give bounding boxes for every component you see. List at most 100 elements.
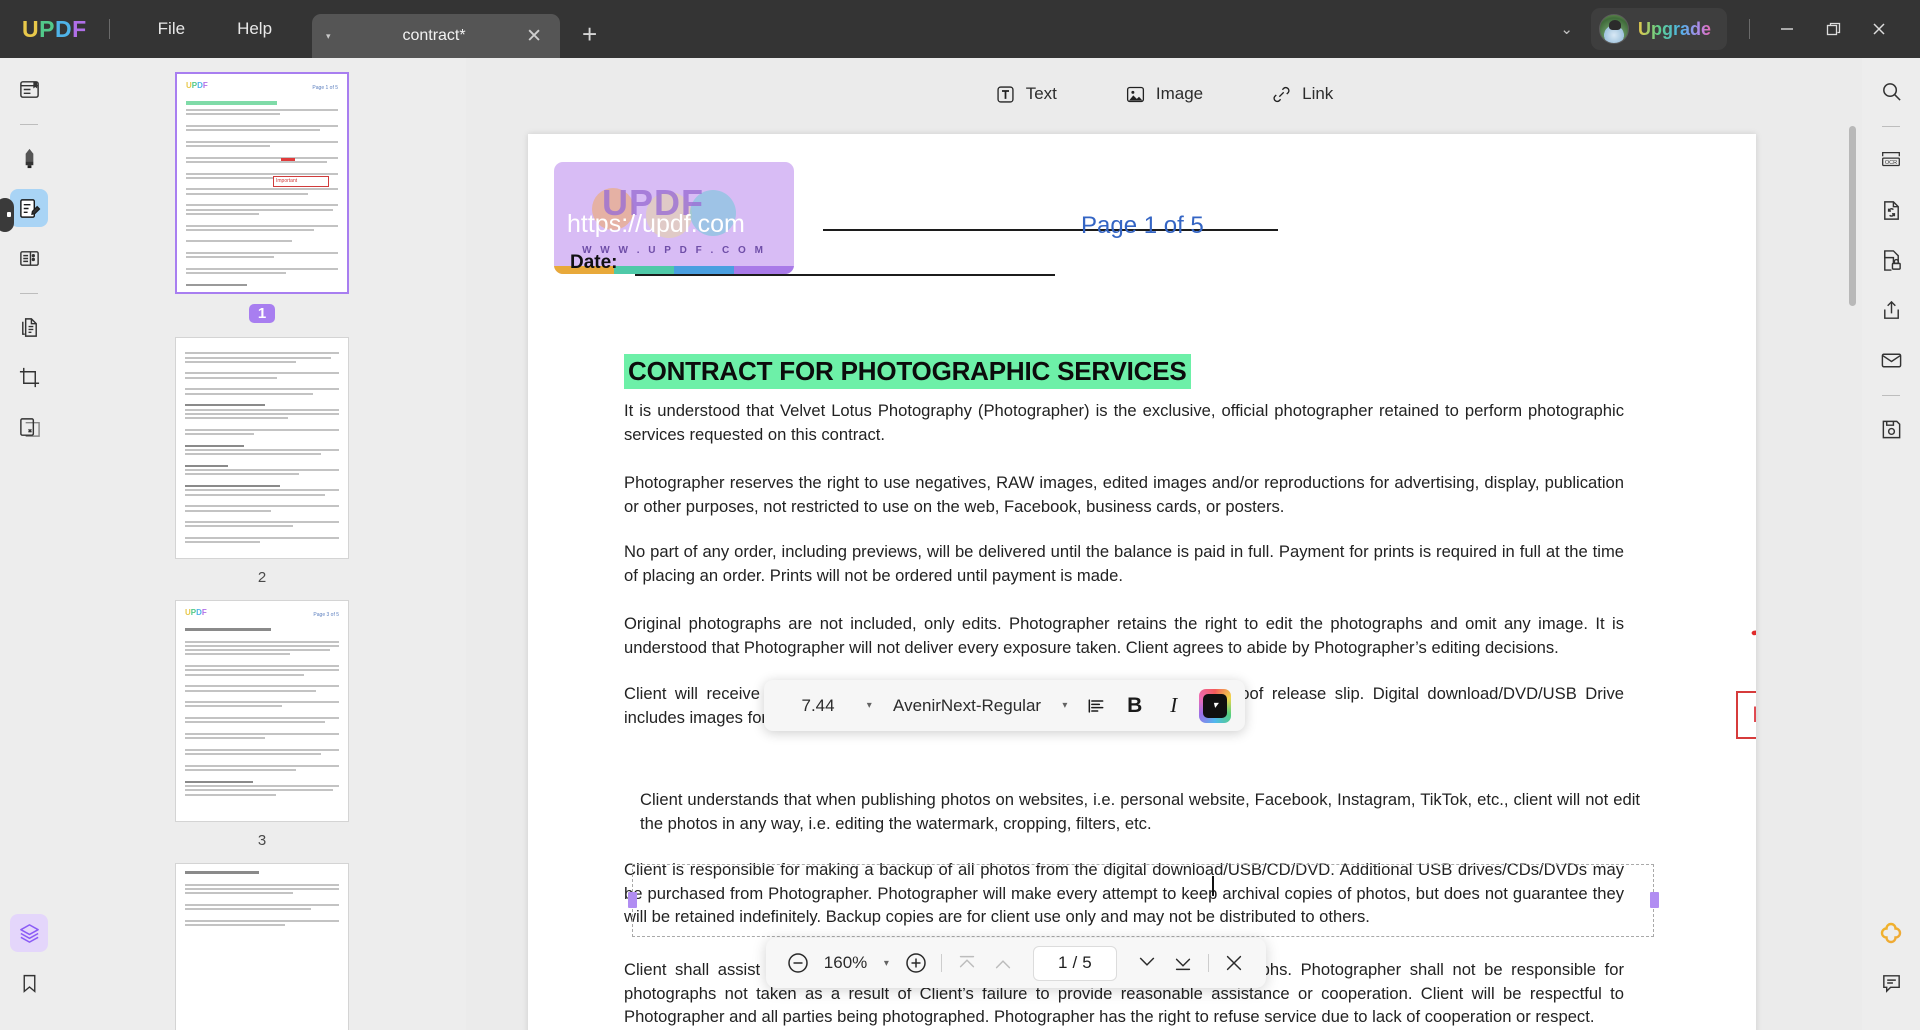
document-area: Text Image Link UPDF https://updf.com W … — [466, 58, 1862, 1030]
font-color-picker[interactable]: ▾ — [1199, 688, 1231, 723]
close-icon[interactable]: ✕ — [522, 25, 546, 48]
sidebar-item-batch[interactable] — [10, 914, 48, 952]
zoom-in-button[interactable] — [898, 946, 934, 980]
ocr-icon[interactable]: OCR — [1872, 141, 1910, 179]
paragraph[interactable]: No part of any order, including previews… — [624, 540, 1624, 587]
thumbnail-item[interactable]: UPDF Page 3 of 5 3 — [58, 586, 466, 849]
convert-icon[interactable] — [1872, 191, 1910, 229]
italic-button[interactable]: I — [1154, 689, 1193, 723]
previous-page-button[interactable] — [985, 946, 1021, 980]
title-divider — [108, 19, 110, 39]
text-caret — [1212, 876, 1214, 896]
close-navigation-button[interactable] — [1216, 946, 1252, 980]
panel-collapse-handle[interactable] — [0, 198, 14, 232]
thumbnail-item[interactable]: UPDF Page 1 of 5 Important 1 — [58, 58, 466, 323]
sidebar-item-crop[interactable] — [10, 358, 48, 396]
email-icon[interactable] — [1872, 341, 1910, 379]
thumb-important-box: Important — [273, 176, 329, 187]
ai-assistant-icon[interactable] — [1872, 914, 1910, 952]
selection-handle-right[interactable] — [1650, 892, 1659, 908]
share-icon[interactable] — [1872, 291, 1910, 329]
comment-icon[interactable] — [1872, 964, 1910, 1002]
thumb-header: UPDF Page 3 of 5 — [185, 608, 339, 622]
sidebar-item-annotate[interactable] — [10, 139, 48, 177]
thumbnail-item[interactable]: 2 — [58, 323, 466, 586]
sidebar-divider-1 — [20, 124, 38, 125]
add-text-button[interactable]: Text — [961, 77, 1091, 112]
chevron-down-icon[interactable]: ⌄ — [1542, 20, 1591, 38]
sidebar-item-organize-pages[interactable] — [10, 239, 48, 277]
last-page-button[interactable] — [1165, 946, 1201, 980]
avatar[interactable] — [1598, 14, 1629, 44]
paragraph[interactable]: Original photographs are not included, o… — [624, 612, 1624, 659]
zoom-level-value[interactable]: 160% — [816, 953, 875, 973]
font-family-chevron-down-icon[interactable]: ▾ — [1054, 700, 1076, 711]
first-page-button[interactable] — [949, 946, 985, 980]
important-annotation-box[interactable]: Important — [1736, 691, 1756, 739]
selection-handle-left[interactable] — [628, 892, 637, 908]
chevron-down-icon[interactable]: ▾ — [326, 31, 346, 42]
document-scrollbar[interactable] — [1849, 126, 1856, 306]
right-divider-2 — [1882, 395, 1900, 396]
tab-contract[interactable]: ▾ contract* ✕ — [312, 14, 561, 58]
thumbnail-page-4[interactable] — [175, 863, 349, 1030]
add-link-button[interactable]: Link — [1237, 77, 1367, 112]
page-number-input[interactable]: 1 / 5 — [1033, 945, 1117, 981]
zoom-chevron-down-icon[interactable]: ▾ — [875, 958, 898, 969]
zoom-out-button[interactable] — [780, 946, 816, 980]
add-image-button[interactable]: Image — [1091, 77, 1237, 112]
color-chevron-down-icon[interactable]: ▾ — [1203, 693, 1228, 718]
paragraph-selected[interactable]: Client understands that when publishing … — [640, 788, 1640, 835]
edit-toolbar: Text Image Link — [466, 58, 1862, 130]
title-bar-left: UPDF File Help ▾ contract* ✕ + — [0, 0, 597, 58]
sidebar-item-compress[interactable] — [10, 408, 48, 446]
page-header-text: Page 1 of 5 — [1081, 212, 1204, 239]
next-page-button[interactable] — [1129, 946, 1165, 980]
thumbnail-panel[interactable]: UPDF Page 1 of 5 Important 1 2 UPDF Page… — [58, 58, 466, 1030]
close-window-button[interactable] — [1856, 7, 1902, 51]
sidebar-divider-2 — [20, 293, 38, 294]
thumbnail-page-1[interactable]: UPDF Page 1 of 5 Important — [175, 72, 349, 294]
thumbnail-page-2[interactable] — [175, 337, 349, 559]
right-divider-1 — [1882, 126, 1900, 127]
help-menu[interactable]: Help — [211, 0, 298, 58]
upgrade-button[interactable]: Upgrade — [1590, 8, 1727, 50]
paragraph[interactable]: Photographer reserves the right to use n… — [624, 471, 1624, 518]
thumb-page-label: Page 3 of 5 — [313, 612, 339, 618]
maximize-button[interactable] — [1810, 7, 1856, 51]
thumbnail-number: 1 — [248, 304, 276, 323]
font-size-chevron-down-icon[interactable]: ▾ — [858, 700, 880, 711]
pdf-page[interactable]: UPDF https://updf.com W W W . U P D F . … — [528, 134, 1756, 1030]
sidebar-item-edit-pdf[interactable] — [10, 189, 48, 227]
text-format-toolbar[interactable]: 7.44 ▾ AvenirNext-Regular ▾ B I ▾ — [764, 680, 1245, 731]
save-icon[interactable] — [1872, 410, 1910, 448]
sidebar-item-bookmark[interactable] — [10, 964, 48, 1002]
paragraph[interactable]: It is understood that Velvet Lotus Photo… — [624, 399, 1624, 446]
thumb-line — [186, 101, 278, 105]
red-arrow-annotation[interactable] — [1748, 622, 1756, 642]
thumb-header: UPDF Page 1 of 5 — [186, 81, 338, 95]
sidebar-item-convert[interactable] — [10, 308, 48, 346]
file-menu[interactable]: File — [132, 0, 211, 58]
protect-icon[interactable] — [1872, 241, 1910, 279]
new-tab-button[interactable]: + — [582, 19, 597, 50]
thumbnail-number: 3 — [257, 832, 267, 849]
font-size-value[interactable]: 7.44 — [778, 696, 858, 716]
bold-button[interactable]: B — [1115, 689, 1154, 723]
page-navigation-toolbar[interactable]: 160% ▾ 1 / 5 — [766, 938, 1266, 988]
minimize-button[interactable] — [1764, 7, 1810, 51]
total-pages: 5 — [1082, 953, 1092, 972]
left-toolbar — [0, 58, 58, 1030]
thumb-updf-logo: UPDF — [186, 81, 208, 90]
thumb-red-arrow — [281, 158, 295, 161]
svg-text:OCR: OCR — [1885, 160, 1897, 166]
font-family-value[interactable]: AvenirNext-Regular — [880, 696, 1053, 716]
text-selection-box[interactable] — [632, 864, 1654, 937]
thumbnail-page-3[interactable]: UPDF Page 3 of 5 — [175, 600, 349, 822]
sidebar-item-reader[interactable] — [10, 70, 48, 108]
add-text-label: Text — [1025, 84, 1057, 103]
thumbnail-item[interactable]: 4 — [58, 849, 466, 1030]
search-icon[interactable] — [1872, 72, 1910, 110]
right-toolbar: OCR — [1862, 58, 1920, 1030]
align-left-icon[interactable] — [1076, 689, 1115, 723]
